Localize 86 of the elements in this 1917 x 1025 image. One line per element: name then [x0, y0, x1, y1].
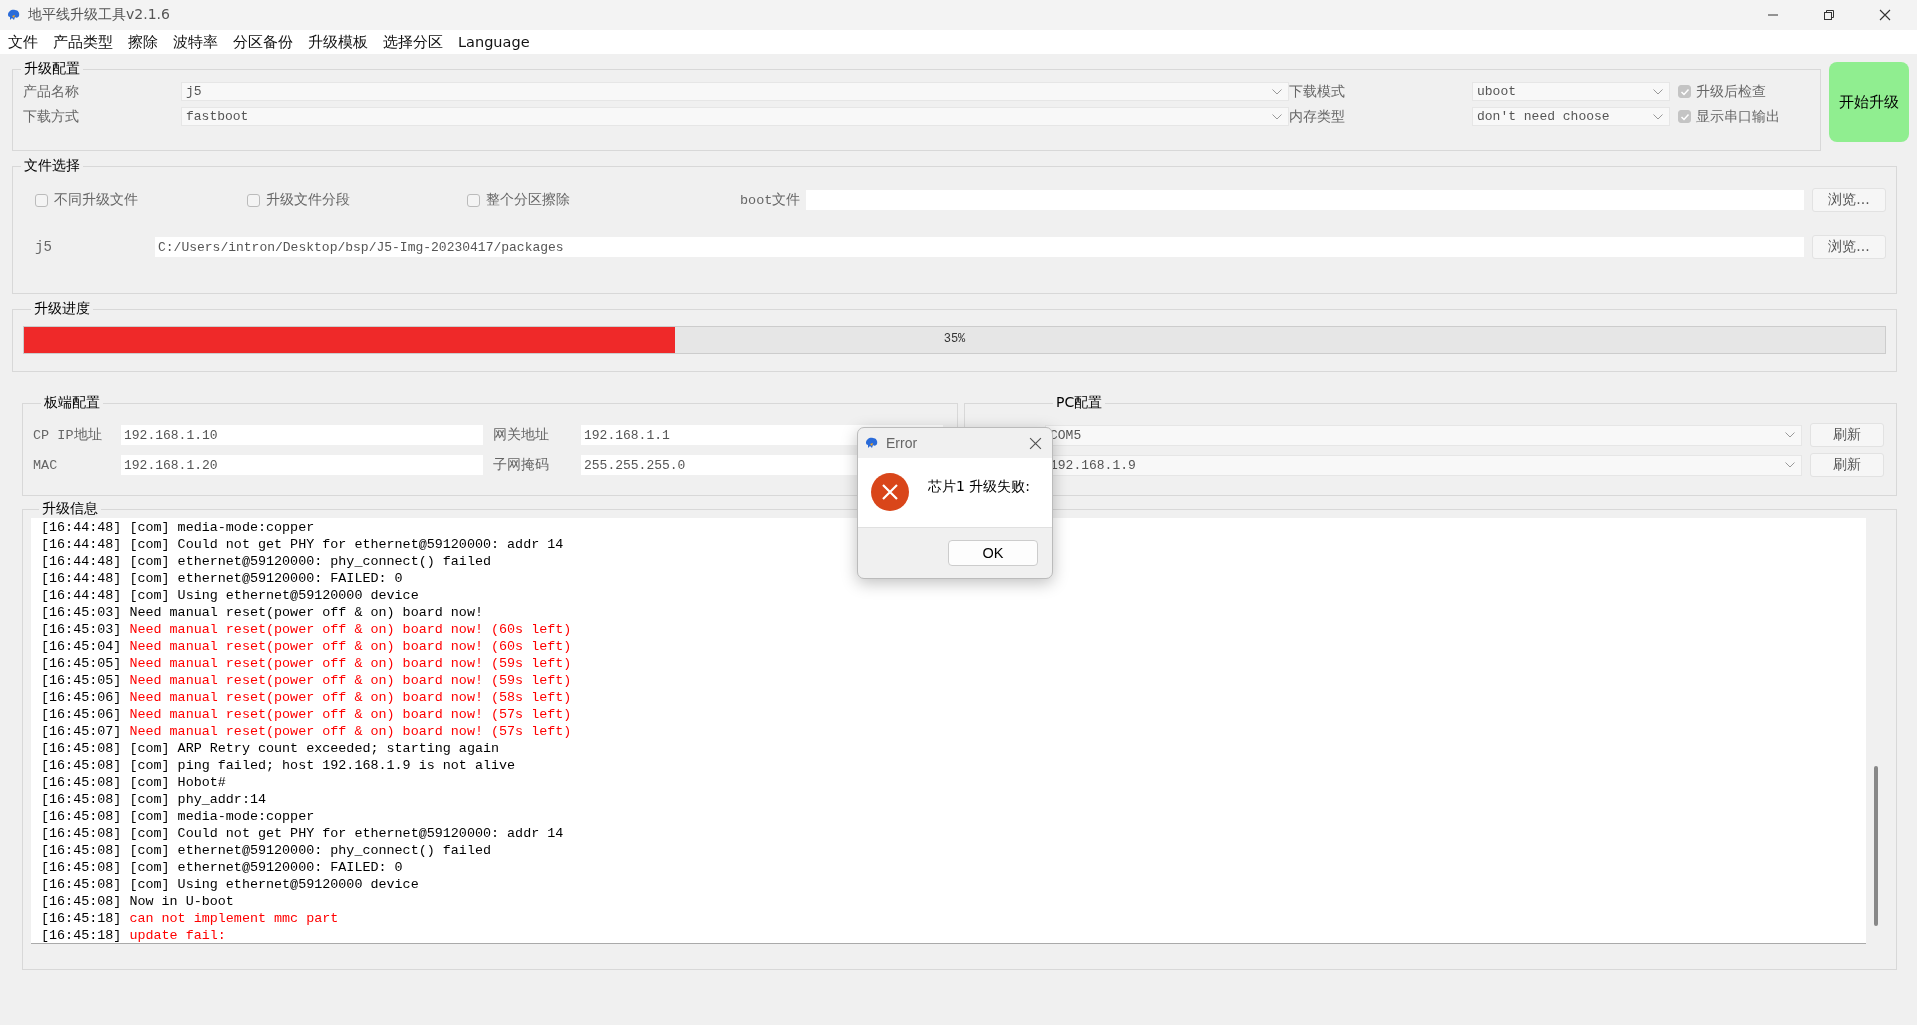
scrollbar-thumb[interactable]	[1874, 766, 1878, 926]
log-line: [16:45:05] Need manual reset(power off & on) board now! (59s left)	[41, 672, 573, 689]
field-label: 网关地址	[492, 426, 550, 444]
app-logo-icon	[6, 7, 22, 23]
window-title: 地平线升级工具v2.1.6	[28, 6, 170, 24]
field-label: j5	[35, 239, 53, 255]
checkbox[interactable]	[247, 193, 260, 207]
ok-button[interactable]: OK	[948, 540, 1038, 566]
field-label: 子网掩码	[492, 456, 550, 474]
checkbox[interactable]	[1678, 85, 1691, 98]
log-line: [16:45:08] Now in U-boot	[41, 893, 235, 910]
menu-item[interactable]: 选择分区	[383, 32, 443, 52]
chevron-icon	[1272, 88, 1282, 95]
error-icon	[870, 472, 910, 512]
dropdown[interactable]: uboot	[1472, 82, 1670, 101]
log-line: [16:45:18] update fail:	[41, 927, 227, 943]
log-line: [16:45:03] Need manual reset(power off & on) board now!	[41, 604, 484, 621]
menu-item[interactable]: Language	[458, 34, 530, 50]
log-line: [16:45:08] [com] ping failed; host 192.168.1.9 is not alive	[41, 757, 517, 774]
checkbox-label: 不同升级文件	[54, 191, 138, 209]
dialog-message: 芯片1 升级失败:	[928, 478, 1031, 496]
dropdown[interactable]: fastboot	[181, 107, 1289, 126]
group-title: 文件选择	[23, 157, 81, 175]
field-label: 内存类型	[1289, 107, 1346, 126]
chevron-icon	[1653, 113, 1663, 120]
checkbox-label: 整个分区擦除	[486, 191, 570, 209]
log-line: [16:45:05] Need manual reset(power off & on) board now! (59s left)	[41, 655, 573, 672]
log-line: [16:45:08] [com] phy_addr:14	[41, 791, 267, 808]
chevron-icon	[1653, 88, 1663, 95]
browse-button[interactable]: 浏览...	[1812, 235, 1886, 259]
checkbox-label: 升级后检查	[1696, 82, 1766, 101]
field-label: boot文件	[740, 191, 801, 209]
group-title: PC配置	[1055, 394, 1104, 412]
group-title: 升级配置	[23, 60, 81, 78]
checkbox[interactable]	[1678, 110, 1691, 123]
log-line: [16:45:08] [com] Using ethernet@59120000 device	[41, 876, 420, 893]
browse-button[interactable]: 浏览...	[1812, 188, 1886, 212]
chevron-icon	[1785, 462, 1795, 468]
menu-item[interactable]: 升级模板	[308, 32, 368, 52]
field-label: 产品名称	[23, 82, 80, 101]
progress-text: 35%	[943, 332, 966, 346]
log-line: [16:45:04] Need manual reset(power off & on) board now! (60s left)	[41, 638, 573, 655]
field-label: 下载方式	[23, 107, 80, 126]
checkbox-label: 显示串口输出	[1696, 107, 1780, 126]
log-line: [16:45:08] [com] ethernet@59120000: phy_connect() failed	[41, 842, 492, 859]
close-icon[interactable]	[1879, 9, 1891, 21]
group-title: 板端配置	[43, 394, 101, 412]
log-line: [16:45:08] [com] ethernet@59120000: FAILED: 0	[41, 859, 404, 876]
refresh-button[interactable]: 刷新	[1810, 453, 1884, 477]
checkbox[interactable]	[35, 193, 48, 207]
log-line: [16:45:08] [com] Hobot#	[41, 774, 227, 791]
path-field[interactable]: C:/Users/intron/Desktop/bsp/J5-Img-20230417/packages	[155, 237, 1804, 257]
chevron-icon	[1785, 432, 1795, 438]
group-title: 升级进度	[33, 300, 91, 318]
field-label: MAC	[33, 457, 59, 473]
menu-item[interactable]: 分区备份	[233, 32, 293, 52]
log-line: [16:44:48] [com] ethernet@59120000: FAILED: 0	[41, 570, 404, 587]
field-label: CP IP地址	[33, 426, 103, 444]
start-upgrade-button[interactable]: 开始升级	[1829, 62, 1909, 142]
log-line: [16:45:06] Need manual reset(power off & on) board now! (57s left)	[41, 706, 573, 723]
log-line: [16:45:08] [com] ARP Retry count exceeded; starting again	[41, 740, 501, 757]
input-field[interactable]: 192.168.1.20	[121, 455, 483, 475]
app-logo-icon	[864, 435, 880, 451]
menu-item[interactable]: 文件	[8, 32, 38, 52]
restore-icon[interactable]	[1823, 9, 1835, 21]
log-line: [16:44:48] [com] Using ethernet@59120000 device	[41, 587, 420, 604]
checkbox-label: 升级文件分段	[266, 191, 350, 209]
input-field[interactable]: 192.168.1.10	[121, 425, 483, 445]
log-line: [16:45:18] can not implement mmc part	[41, 910, 340, 927]
log-line: [16:45:06] Need manual reset(power off & on) board now! (58s left)	[41, 689, 573, 706]
chevron-icon	[1272, 113, 1282, 120]
dropdown[interactable]: j5	[181, 82, 1289, 101]
close-icon[interactable]	[1029, 436, 1042, 450]
field-label: 下载模式	[1289, 82, 1346, 101]
log-line: [16:44:48] [com] media-mode:copper	[41, 519, 316, 536]
refresh-button[interactable]: 刷新	[1810, 423, 1884, 447]
log-line: [16:45:03] Need manual reset(power off & on) board now! (60s left)	[41, 621, 573, 638]
log-line: [16:45:07] Need manual reset(power off & on) board now! (57s left)	[41, 723, 573, 740]
checkbox[interactable]	[467, 193, 480, 207]
menu-item[interactable]: 波特率	[173, 32, 218, 52]
log-line: [16:45:08] [com] Could not get PHY for ethernet@59120000: addr 14	[41, 825, 565, 842]
dropdown[interactable]: don't need choose	[1472, 107, 1670, 126]
menu-item[interactable]: 产品类型	[53, 32, 113, 52]
group-title: 升级信息	[41, 500, 99, 518]
log-line: [16:45:08] [com] media-mode:copper	[41, 808, 316, 825]
menu-item[interactable]: 擦除	[128, 32, 158, 52]
